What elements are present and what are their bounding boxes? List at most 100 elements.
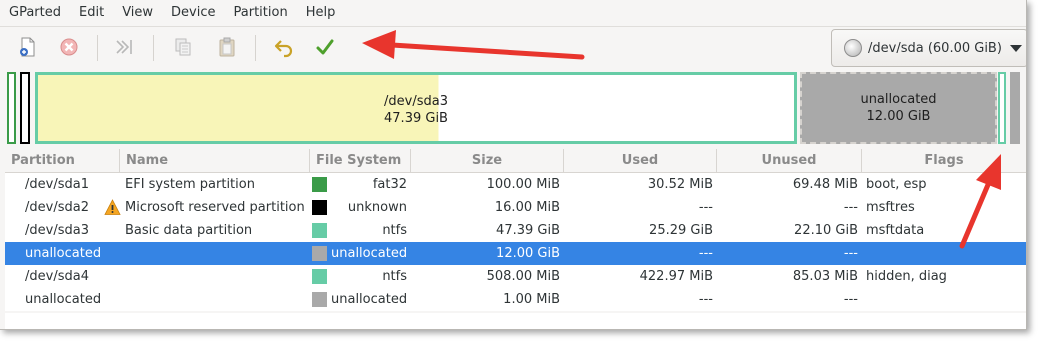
delete-button[interactable] <box>54 32 84 62</box>
menu-partition[interactable]: Partition <box>225 0 297 26</box>
menu-help[interactable]: Help <box>297 0 345 26</box>
table-row[interactable]: unallocated unallocated 1.00 MiB --- --- <box>5 288 1026 311</box>
filesystem-color-swatch <box>312 246 327 261</box>
cell-fs: ntfs <box>382 223 407 238</box>
apply-icon <box>316 39 334 55</box>
column-header-used[interactable]: Used <box>564 149 717 172</box>
cell-used: 30.52 MiB <box>647 177 713 192</box>
apply-button[interactable] <box>310 32 340 62</box>
graphic-segment-unallocated-end[interactable] <box>1010 72 1020 144</box>
filesystem-color-swatch <box>312 223 327 238</box>
new-partition-button[interactable] <box>13 32 43 62</box>
column-header-partition[interactable]: Partition <box>5 149 120 172</box>
cell-name: Basic data partition <box>125 223 253 238</box>
cell-fs: unallocated <box>331 292 408 307</box>
cell-fs: ntfs <box>382 269 407 284</box>
resize-move-button[interactable] <box>109 32 139 62</box>
graphic-segment-sda2[interactable] <box>20 72 30 144</box>
column-header-filesystem[interactable]: File System <box>310 149 411 172</box>
cell-used: 422.97 MiB <box>639 269 713 284</box>
delete-icon <box>60 38 78 56</box>
table-row[interactable]: /dev/sda2 Microsoft reserved partition unk… <box>5 196 1026 219</box>
cell-name <box>125 288 310 311</box>
column-header-flags[interactable]: Flags <box>862 149 1026 172</box>
menu-edit[interactable]: Edit <box>70 0 113 26</box>
cell-name <box>125 242 310 265</box>
cell-partition: unallocated <box>25 292 102 307</box>
graphic-sda3-name: /dev/sda3 <box>384 94 448 109</box>
filesystem-color-swatch <box>312 292 327 307</box>
table-row[interactable]: /dev/sda4 ntfs 508.00 MiB 422.97 MiB 85.03 M… <box>5 265 1026 288</box>
cell-flags: msftres <box>866 200 915 215</box>
paste-button[interactable] <box>212 32 242 62</box>
cell-used: --- <box>698 246 713 261</box>
resize-move-icon <box>116 40 132 54</box>
graphic-segment-sda4[interactable] <box>998 72 1006 144</box>
new-partition-icon <box>20 37 35 57</box>
cell-used: 25.29 GiB <box>649 223 713 238</box>
copy-icon <box>175 38 191 56</box>
filesystem-color-swatch <box>312 200 327 215</box>
paste-icon <box>219 37 235 57</box>
cell-unused: --- <box>843 200 858 215</box>
toolbar-separator <box>153 35 154 61</box>
toolbar: /dev/sda (60.00 GiB) <box>0 26 1026 69</box>
cell-size: 12.00 GiB <box>496 246 560 261</box>
cell-size: 1.00 MiB <box>503 292 560 307</box>
undo-button[interactable] <box>269 32 299 62</box>
table-header: Partition Name File System Size Used Unu… <box>5 149 1026 173</box>
column-header-unused[interactable]: Unused <box>717 149 862 172</box>
partition-graphic: /dev/sda3 47.39 GiB unallocated 12.00 Gi… <box>5 72 1024 146</box>
cell-unused: 69.48 MiB <box>792 177 858 192</box>
table-row[interactable]: /dev/sda3 Basic data partition ntfs 47.39 G… <box>5 219 1026 242</box>
cell-partition: /dev/sda1 <box>25 177 89 192</box>
device-selector[interactable]: /dev/sda (60.00 GiB) <box>831 29 1026 67</box>
cell-name: Microsoft reserved partition <box>125 200 305 215</box>
menu-view[interactable]: View <box>113 0 162 26</box>
cell-unused: 22.10 GiB <box>794 223 858 238</box>
cell-flags <box>866 242 1016 265</box>
harddisk-icon <box>844 39 862 57</box>
cell-unused: --- <box>843 292 858 307</box>
table-body: /dev/sda1 EFI system partition fat32 100.00… <box>5 173 1026 311</box>
chevron-down-icon <box>1009 44 1022 52</box>
copy-button[interactable] <box>168 32 198 62</box>
cell-partition: /dev/sda2 <box>25 200 89 215</box>
cell-fs: fat32 <box>372 177 407 192</box>
device-selector-label: /dev/sda (60.00 GiB) <box>868 40 1002 56</box>
cell-unused: 85.03 MiB <box>792 269 858 284</box>
cell-used: --- <box>698 200 713 215</box>
table-row[interactable]: unallocated unallocated 12.00 GiB --- --- <box>5 242 1026 265</box>
menu-device[interactable]: Device <box>162 0 224 26</box>
table-row[interactable]: /dev/sda1 EFI system partition fat32 100.00… <box>5 173 1026 196</box>
graphic-segment-sda1[interactable] <box>7 72 16 144</box>
cell-name: EFI system partition <box>125 177 255 192</box>
cell-partition: unallocated <box>25 246 102 261</box>
graphic-segment-unallocated[interactable]: unallocated 12.00 GiB <box>800 72 997 144</box>
cell-fs: unknown <box>347 200 407 215</box>
graphic-sda3-size: 47.39 GiB <box>384 111 448 126</box>
cell-partition: /dev/sda3 <box>25 223 89 238</box>
toolbar-separator <box>97 35 98 61</box>
warning-icon[interactable] <box>104 199 121 216</box>
graphic-unallocated-size: 12.00 GiB <box>866 109 931 124</box>
undo-icon <box>274 40 293 58</box>
graphic-unallocated-name: unallocated <box>860 92 937 107</box>
cell-size: 16.00 MiB <box>494 200 560 215</box>
column-header-name[interactable]: Name <box>120 149 310 172</box>
filesystem-color-swatch <box>312 269 327 284</box>
column-header-size[interactable]: Size <box>411 149 564 172</box>
graphic-segment-sda3[interactable]: /dev/sda3 47.39 GiB <box>35 72 797 144</box>
cell-flags: boot, esp <box>866 177 927 192</box>
toolbar-separator <box>255 35 256 61</box>
cell-name <box>125 265 310 288</box>
cell-partition: /dev/sda4 <box>25 269 89 284</box>
menu-gparted[interactable]: GParted <box>0 0 70 26</box>
cell-flags: hidden, diag <box>866 269 947 284</box>
cell-size: 508.00 MiB <box>486 269 560 284</box>
gparted-window: GParted Edit View Device Partition Help <box>0 0 1027 330</box>
cell-flags: msftdata <box>866 223 925 238</box>
cell-fs: unallocated <box>331 246 408 261</box>
filesystem-color-swatch <box>312 177 327 192</box>
partition-table: Partition Name File System Size Used Unu… <box>5 149 1026 311</box>
